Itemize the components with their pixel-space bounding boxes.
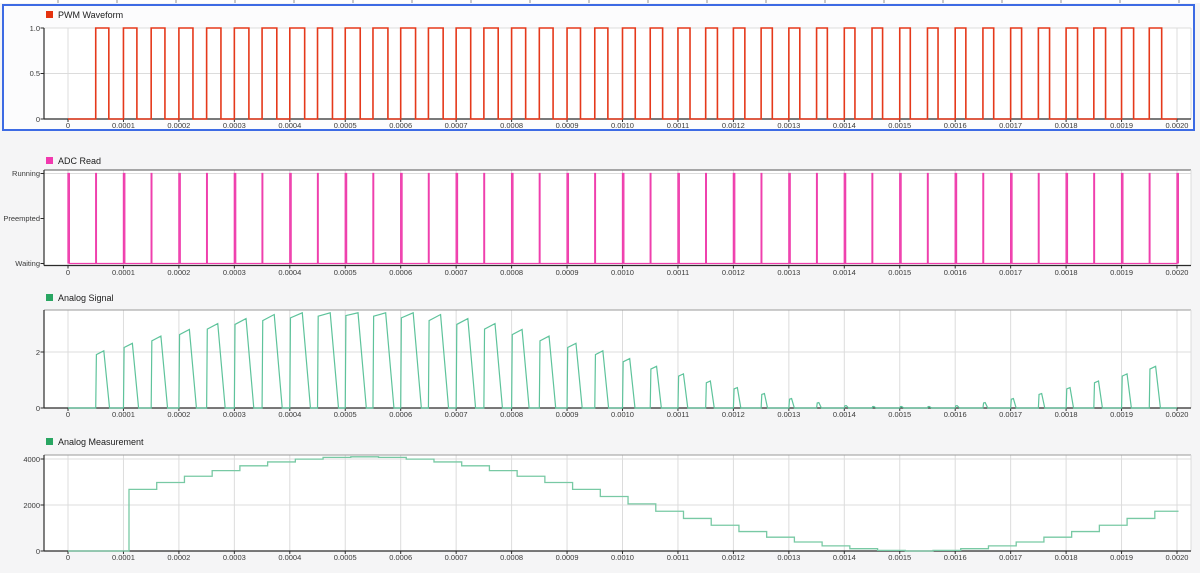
time-ruler (0, 0, 1200, 3)
legend-adc-read[interactable]: ADC Read (46, 155, 101, 166)
legend-label: PWM Waveform (58, 9, 124, 20)
panel-analog-measurement[interactable] (2, 430, 1198, 566)
legend-analog-signal[interactable]: Analog Signal (46, 292, 114, 303)
legend-color-swatch (46, 11, 53, 18)
panel-pwm-waveform[interactable] (2, 4, 1198, 131)
legend-analog-measurement[interactable]: Analog Measurement (46, 436, 144, 447)
panel-analog-signal[interactable] (2, 286, 1198, 430)
legend-color-swatch (46, 294, 53, 301)
legend-color-swatch (46, 157, 53, 164)
legend-label: ADC Read (58, 155, 102, 166)
legend-color-swatch (46, 438, 53, 445)
panel-adc-read[interactable] (2, 148, 1198, 284)
legend-label: Analog Signal (58, 292, 114, 303)
legend-label: Analog Measurement (58, 436, 144, 447)
legend-pwm-waveform[interactable]: PWM Waveform (46, 9, 123, 20)
logic-analyzer-view: PWM Waveform ADC Read Analog Signal Anal… (0, 0, 1200, 573)
